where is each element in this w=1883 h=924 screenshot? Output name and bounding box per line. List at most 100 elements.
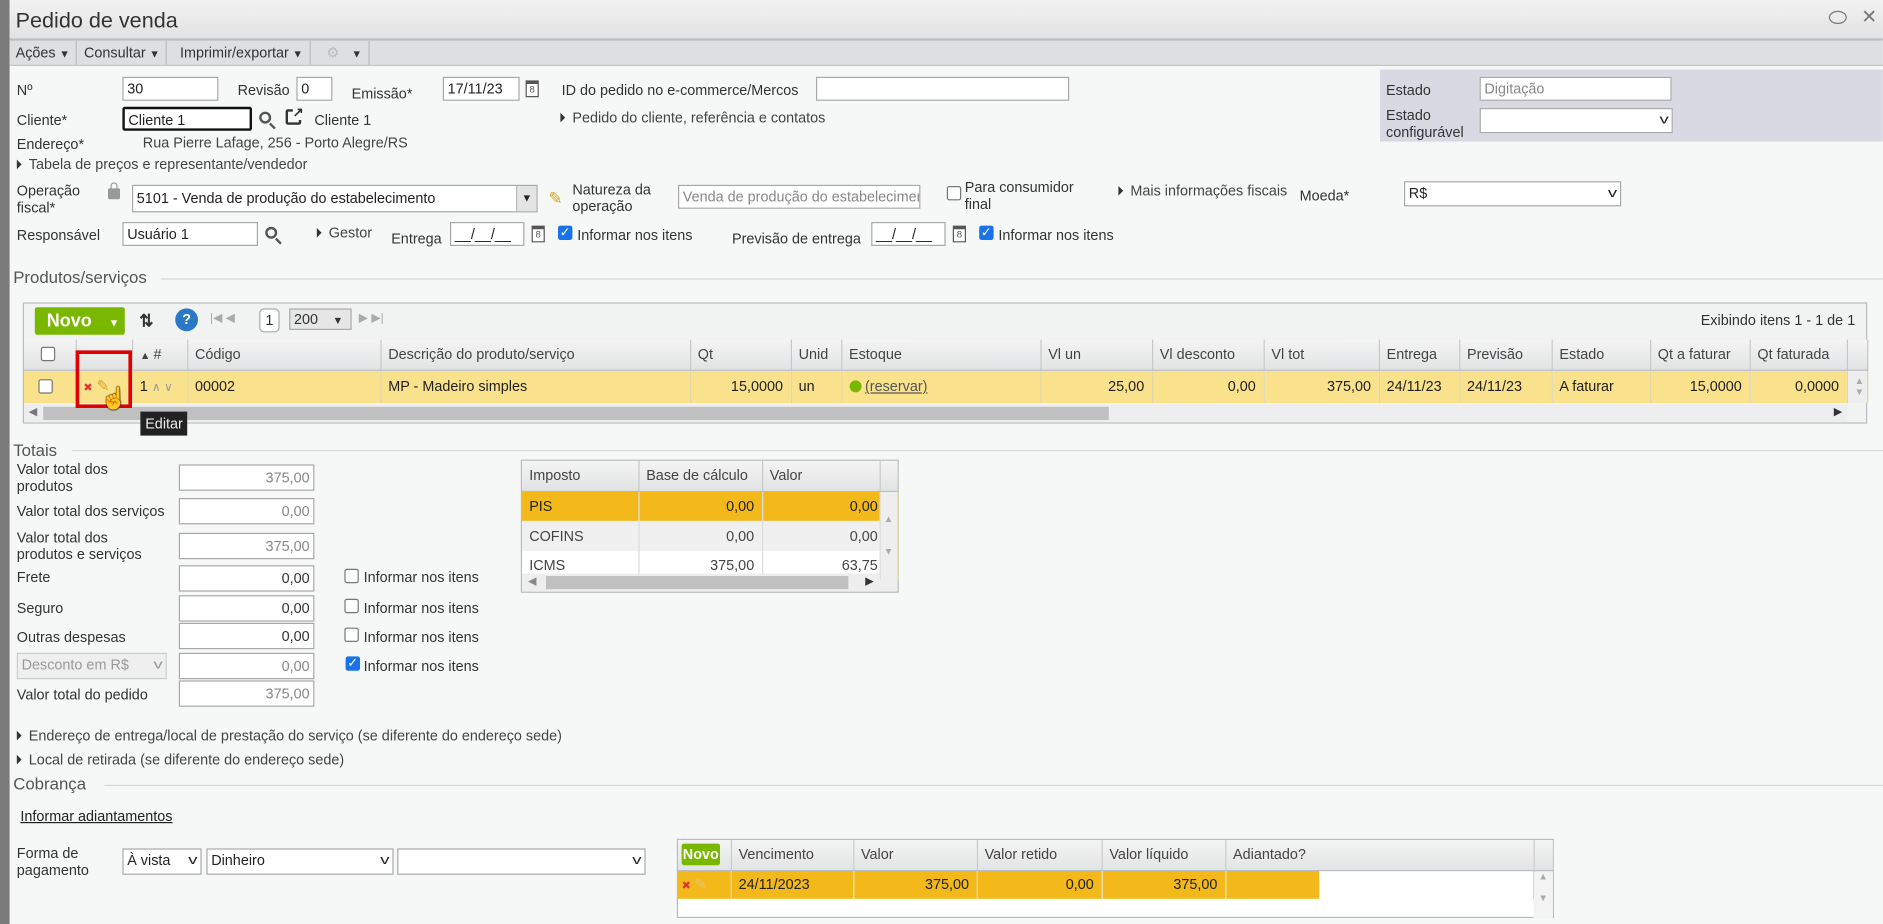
natureza-input[interactable]: Venda de produção do estabelecimento xyxy=(678,184,921,209)
tabela-precos-expander[interactable]: Tabela de preços e representante/vendedo… xyxy=(17,156,308,173)
estado-configuravel-select[interactable]: v xyxy=(1479,108,1673,134)
vertical-scrollbar[interactable]: ▲ ▼ xyxy=(879,490,899,580)
chat-icon[interactable] xyxy=(1828,10,1847,24)
col-vl-tot[interactable]: Vl tot xyxy=(1263,339,1380,371)
col-vl-un[interactable]: Vl un xyxy=(1040,339,1153,371)
col-valor[interactable]: Valor xyxy=(762,460,881,492)
refresh-icon[interactable]: ⇅ xyxy=(139,311,153,331)
horizontal-scrollbar[interactable]: ◀ ▶ xyxy=(522,573,880,592)
settings-menu[interactable]: ⚙ ▼ xyxy=(320,40,370,65)
table-row[interactable]: PIS 0,00 0,00 ▲ ▼ xyxy=(522,490,899,580)
col-entrega[interactable]: Entrega xyxy=(1378,339,1460,371)
frete-informar-checkbox[interactable] xyxy=(344,568,359,584)
local-retirada-expander[interactable]: Local de retirada (se diferente do ender… xyxy=(17,751,344,768)
entrega-informar-checkbox[interactable]: ✓ xyxy=(558,225,573,241)
col-qt[interactable]: Qt xyxy=(690,339,792,371)
outras-despesas-informar-checkbox[interactable] xyxy=(344,627,359,642)
table-row[interactable]: COFINS 0,00 0,00 xyxy=(522,520,898,551)
col-unid[interactable]: Unid xyxy=(790,339,842,371)
condicao-select[interactable]: À vista v xyxy=(122,848,202,875)
scrollbar-thumb[interactable] xyxy=(43,406,1109,421)
reservar-link[interactable]: (reservar) xyxy=(865,378,927,395)
col-valor-retido[interactable]: Valor retido xyxy=(976,840,1103,871)
responsavel-input[interactable]: Usuário 1 xyxy=(122,222,259,247)
seguro-informar-checkbox[interactable] xyxy=(344,598,359,614)
search-icon[interactable] xyxy=(259,111,272,124)
moeda-select[interactable]: R$ v xyxy=(1404,181,1622,207)
emissao-input[interactable]: 17/11/23 xyxy=(442,76,520,101)
pencil-icon[interactable]: ✎ xyxy=(548,188,562,208)
novo-produto-button[interactable]: Novo ▼ xyxy=(34,307,125,335)
next-page-icon[interactable]: ▶ ▶| xyxy=(359,312,384,325)
close-icon[interactable]: ✕ xyxy=(1861,5,1877,29)
cliente-input[interactable]: Cliente 1 xyxy=(122,106,253,131)
frete-input[interactable]: 0,00 xyxy=(178,565,315,592)
acoes-menu[interactable]: Ações ▼ xyxy=(10,40,78,65)
col-vencimento[interactable]: Vencimento xyxy=(730,840,854,871)
scrollbar-thumb[interactable] xyxy=(546,576,849,590)
seguro-input[interactable]: 0,00 xyxy=(178,595,315,622)
col-previsao[interactable]: Previsão xyxy=(1459,339,1553,371)
previsao-input[interactable]: __/__/__ xyxy=(871,222,946,247)
seguro-label: Seguro xyxy=(16,600,64,617)
row-select[interactable] xyxy=(24,369,77,404)
vertical-scrollbar[interactable]: ▲ ▼ xyxy=(1846,369,1868,404)
select-all-header[interactable] xyxy=(24,339,77,371)
outras-despesas-input[interactable]: 0,00 xyxy=(178,622,315,650)
col-estoque[interactable]: Estoque xyxy=(841,339,1042,371)
entrega-input[interactable]: __/__/__ xyxy=(450,222,525,247)
cliente-link[interactable]: Cliente 1 xyxy=(314,112,371,129)
col-valor[interactable]: Valor xyxy=(853,840,978,871)
revisao-input[interactable]: 0 xyxy=(296,76,333,101)
col-descricao[interactable]: Descrição do produto/serviço xyxy=(380,339,691,371)
desconto-informar-checkbox[interactable]: ✓ xyxy=(345,656,360,671)
window-title: Pedido de venda xyxy=(15,8,178,33)
novo-parcela-button[interactable]: Novo xyxy=(681,843,720,866)
consumidor-final-checkbox[interactable] xyxy=(946,186,962,201)
vertical-scrollbar[interactable]: ▲ ▼ xyxy=(1533,870,1553,919)
col-vl-desconto[interactable]: Vl desconto xyxy=(1152,339,1265,371)
horizontal-scrollbar[interactable]: ◀ ▶ xyxy=(24,404,1847,423)
gestor-expander[interactable]: Gestor xyxy=(317,224,372,241)
pedido-cliente-expander[interactable]: Pedido do cliente, referência e contatos xyxy=(560,109,825,126)
help-icon[interactable]: ? xyxy=(175,308,199,332)
conta-select[interactable]: v xyxy=(397,848,646,875)
imprimir-exportar-menu[interactable]: Imprimir/exportar ▼ xyxy=(174,40,311,65)
col-numero[interactable]: ▲ # xyxy=(132,339,188,371)
numero-input[interactable]: 30 xyxy=(122,76,219,101)
informar-adiantamentos-link[interactable]: Informar adiantamentos xyxy=(20,808,172,825)
col-estado[interactable]: Estado xyxy=(1551,339,1651,371)
external-link-icon[interactable]: ↗ xyxy=(285,104,304,125)
select-all-checkbox[interactable] xyxy=(40,347,56,362)
search-icon[interactable] xyxy=(265,226,278,239)
total-produtos-label: Valor total dos produtos xyxy=(16,460,108,495)
col-adiantado[interactable]: Adiantado? xyxy=(1225,840,1535,871)
mais-info-fiscais-expander[interactable]: Mais informações fiscais xyxy=(1118,182,1287,199)
operacao-fiscal-label: Operação fiscal* xyxy=(16,182,81,217)
page-input[interactable]: 1 xyxy=(259,308,280,333)
consultar-menu[interactable]: Consultar ▼ xyxy=(78,40,168,65)
table-row[interactable]: ✖ ✎ 24/11/2023 375,00 0,00 375,00 ▲ ▼ xyxy=(678,870,1553,919)
operacao-fiscal-select[interactable]: 5101 - Venda de produção do estabelecime… xyxy=(132,184,538,213)
id-ecommerce-input[interactable] xyxy=(816,76,1070,101)
endereco-label: Endereço* xyxy=(16,135,85,153)
table-row[interactable]: ✖ ✎ 1 ∧ ∨ 00002 MP - Madeiro simples 15,… xyxy=(24,369,1868,404)
calendar-icon[interactable]: 8 xyxy=(525,80,539,98)
edit-pencil-icon[interactable]: ✎ xyxy=(695,876,707,893)
col-qt-faturada[interactable]: Qt faturada xyxy=(1749,339,1848,371)
row-checkbox[interactable] xyxy=(38,379,53,394)
endereco-entrega-expander[interactable]: Endereço de entrega/local de prestação d… xyxy=(17,727,562,744)
col-valor-liquido[interactable]: Valor líquido xyxy=(1101,840,1226,871)
move-up-down-icon[interactable]: ∧ ∨ xyxy=(152,382,173,395)
col-codigo[interactable]: Código xyxy=(187,339,382,371)
calendar-icon[interactable]: 8 xyxy=(952,225,967,243)
col-imposto[interactable]: Imposto xyxy=(522,460,640,492)
first-page-icon[interactable]: |◀ ◀ xyxy=(210,312,235,325)
col-base[interactable]: Base de cálculo xyxy=(638,460,763,492)
previsao-informar-checkbox[interactable]: ✓ xyxy=(979,225,994,241)
page-size-select[interactable]: 200 ▼ xyxy=(289,308,352,330)
col-qt-a-faturar[interactable]: Qt a faturar xyxy=(1650,339,1751,371)
delete-icon[interactable]: ✖ xyxy=(682,880,691,892)
calendar-icon[interactable]: 8 xyxy=(531,225,545,243)
meio-pagamento-select[interactable]: Dinheiro v xyxy=(206,848,394,875)
